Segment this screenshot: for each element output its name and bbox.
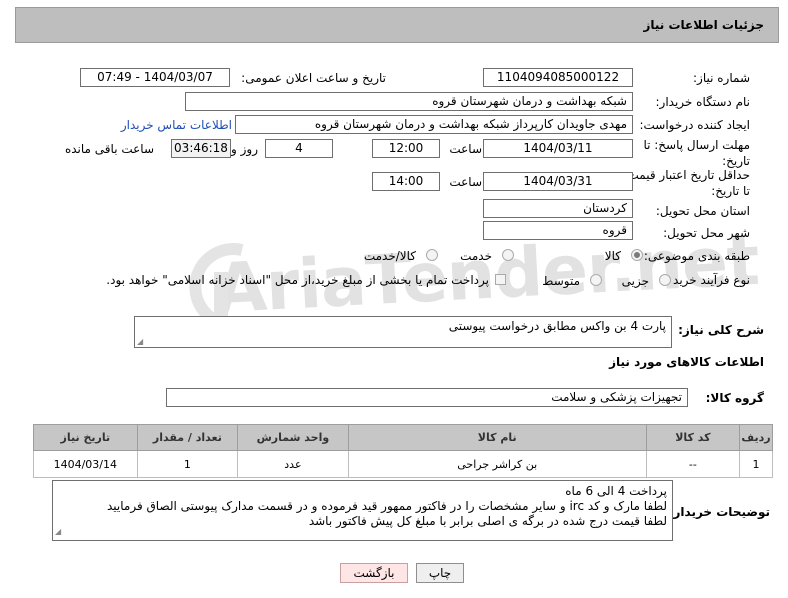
buyer-notes-line-2: لطفا مارک و کد irc و سایر مشخصات را در ف… xyxy=(106,499,667,513)
need-number-field[interactable]: 1104094085000122 xyxy=(483,68,633,87)
col-header-code: کد کالا xyxy=(645,424,741,451)
cell-qty: 1 xyxy=(136,450,239,478)
col-header-name: نام کالا xyxy=(347,424,647,451)
deadline-time-field[interactable]: 12:00 xyxy=(372,139,440,158)
cell-row-num: 1 xyxy=(739,450,773,478)
validity-date-field[interactable]: 1404/03/31 xyxy=(483,172,633,191)
category-label: طبقه بندی موضوعی: xyxy=(643,249,750,263)
buyer-notes-textarea[interactable]: پرداخت 4 الی 6 ماه لطفا مارک و کد irc و … xyxy=(52,480,673,541)
days-field[interactable]: 4 xyxy=(265,139,333,158)
treasury-payment-text: پرداخت تمام یا بخشی از مبلغ خرید،از محل … xyxy=(106,273,489,287)
city-field[interactable]: قروه xyxy=(483,221,633,240)
description-textarea[interactable]: پارت 4 بن واکس مطابق درخواست پیوستی ◢ xyxy=(134,316,672,348)
page-title: جزئیات اطلاعات نیاز xyxy=(643,18,764,32)
resize-grip-icon[interactable]: ◢ xyxy=(55,524,61,539)
resize-grip-icon[interactable]: ◢ xyxy=(137,337,143,346)
col-header-row-num: ردیف xyxy=(739,424,773,451)
cell-date: 1404/03/14 xyxy=(33,450,138,478)
remaining-label: ساعت باقی مانده xyxy=(64,142,154,156)
table-header-row: ردیف کد کالا نام کالا واحد شمارش تعداد /… xyxy=(33,424,773,451)
remaining-time-field: 03:46:18 xyxy=(171,139,231,158)
goods-group-label: گروه کالا: xyxy=(705,391,764,405)
category-radio-goods-service[interactable] xyxy=(426,249,438,261)
buyer-org-label: نام دستگاه خریدار: xyxy=(655,95,751,109)
process-type-label: نوع فرآیند خرید : xyxy=(665,273,750,287)
description-label: شرح کلی نیاز: xyxy=(678,323,764,337)
buyer-org-field[interactable]: شبکه بهداشت و درمان شهرستان قروه xyxy=(185,92,633,111)
description-text: پارت 4 بن واکس مطابق درخواست پیوستی xyxy=(448,319,666,333)
items-table: ردیف کد کالا نام کالا واحد شمارش تعداد /… xyxy=(33,424,773,478)
deadline-date-field[interactable]: 1404/03/11 xyxy=(483,139,633,158)
category-radio-service[interactable] xyxy=(502,249,514,261)
province-label: استان محل تحویل: xyxy=(655,204,750,218)
goods-section-title: اطلاعات کالاهای مورد نیاز xyxy=(609,355,764,369)
creator-field[interactable]: مهدی جاویدان کارپرداز شبکه بهداشت و درما… xyxy=(235,115,633,134)
table-row[interactable]: 1 -- بن کراشر جراحی عدد 1 1404/03/14 xyxy=(33,450,773,478)
province-field[interactable]: کردستان xyxy=(483,199,633,218)
treasury-payment-checkbox[interactable] xyxy=(495,274,506,285)
validity-time-field[interactable]: 14:00 xyxy=(372,172,440,191)
process-option-minor: جزیی xyxy=(621,274,649,288)
deadline-label: مهلت ارسال پاسخ: تا تاریخ: xyxy=(643,137,750,169)
col-header-unit: واحد شمارش xyxy=(237,424,349,451)
buyer-notes-line-1: پرداخت 4 الی 6 ماه xyxy=(565,484,667,498)
print-button[interactable]: چاپ xyxy=(416,563,464,583)
cell-name: بن کراشر جراحی xyxy=(347,450,647,478)
deadline-time-label: ساعت xyxy=(449,142,482,156)
cell-unit: عدد xyxy=(237,450,349,478)
category-radio-goods[interactable] xyxy=(631,249,643,261)
announce-label: تاریخ و ساعت اعلان عمومی: xyxy=(241,71,386,85)
validity-label-line2: تا تاریخ: xyxy=(711,184,750,198)
category-option-goods: کالا xyxy=(604,249,621,263)
back-button[interactable]: بازگشت xyxy=(340,563,408,583)
buyer-notes-line-3: لطفا قیمت درج شده در برگه ی اصلی برابر ب… xyxy=(308,514,667,528)
city-label: شهر محل تحویل: xyxy=(663,226,750,240)
category-option-goods-service: کالا/خدمت xyxy=(363,249,416,263)
cell-code: -- xyxy=(645,450,741,478)
validity-time-label: ساعت xyxy=(449,175,482,189)
category-option-service: خدمت xyxy=(460,249,492,263)
page-header: جزئیات اطلاعات نیاز xyxy=(15,7,779,43)
creator-label: ایجاد کننده درخواست: xyxy=(639,118,750,132)
validity-label-line1: حداقل تاریخ اعتبار قیمت: xyxy=(623,168,750,182)
process-radio-medium[interactable] xyxy=(590,274,602,286)
col-header-date: تاریخ نیاز xyxy=(33,424,138,451)
deadline-label-line1: مهلت ارسال پاسخ: تا xyxy=(643,138,750,152)
days-label: روز و xyxy=(231,142,258,156)
process-radio-minor[interactable] xyxy=(659,274,671,286)
validity-label: حداقل تاریخ اعتبار قیمت: تا تاریخ: xyxy=(623,167,750,199)
goods-group-field[interactable]: تجهیزات پزشکی و سلامت xyxy=(166,388,688,407)
buyer-notes-label: توضیحات خریدار: xyxy=(668,505,770,519)
need-number-label: شماره نیاز: xyxy=(693,71,750,85)
col-header-qty: تعداد / مقدار xyxy=(136,424,239,451)
process-option-medium: متوسط xyxy=(542,274,580,288)
announce-field[interactable]: 1404/03/07 - 07:49 xyxy=(80,68,230,87)
contact-buyer-link[interactable]: اطلاعات تماس خریدار xyxy=(121,118,232,132)
